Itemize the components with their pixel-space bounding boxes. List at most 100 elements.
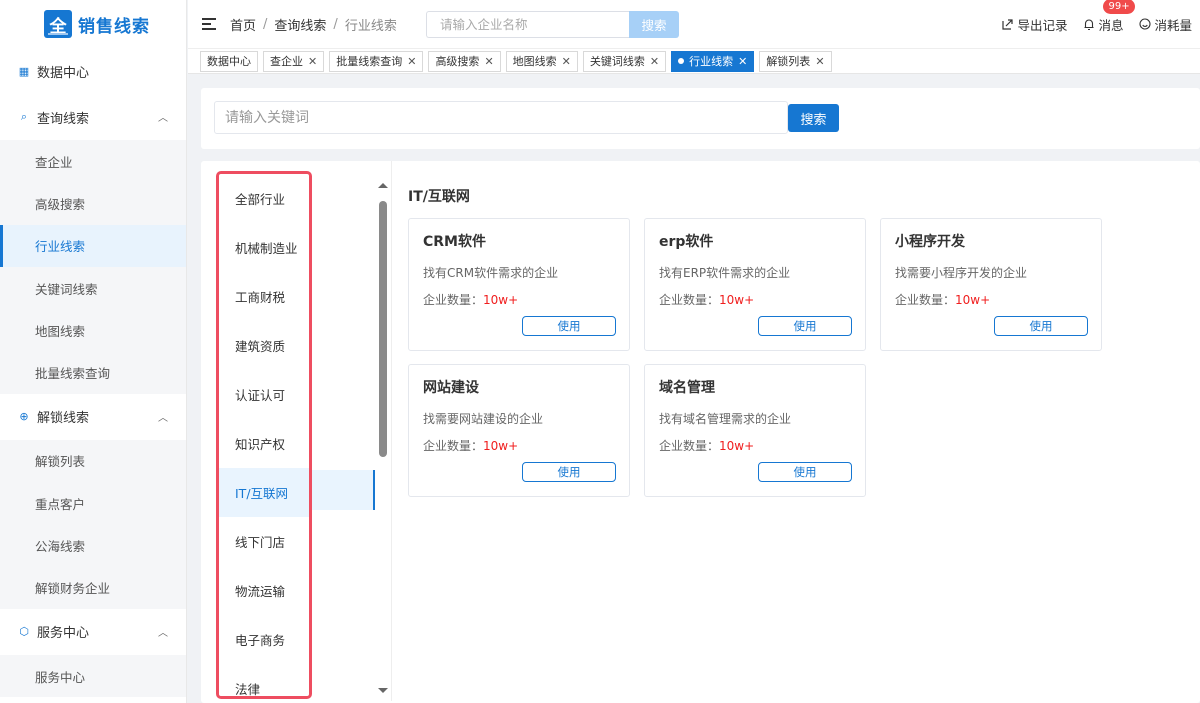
use-button[interactable]: 使用 (758, 316, 852, 336)
card-count-value: 10w+ (483, 439, 519, 453)
tab-item[interactable]: 行业线索 ✕ (671, 50, 755, 72)
card-count-label: 企业数量： (423, 293, 484, 307)
company-search-input[interactable] (426, 11, 629, 38)
tab-item[interactable]: 地图线索 ✕ (505, 50, 578, 72)
breadcrumb-separator: / (263, 16, 268, 32)
industry-item[interactable]: 机械制造业 (219, 223, 309, 272)
close-icon[interactable]: ✕ (484, 55, 493, 68)
sidebar-item[interactable]: 高级搜索 (0, 182, 186, 225)
use-button[interactable]: 使用 (522, 462, 616, 482)
keyword-search-button[interactable]: 搜索 (788, 104, 839, 132)
industry-item[interactable]: 工商财税 (219, 272, 309, 321)
lead-card: CRM软件 找有CRM软件需求的企业 企业数量：10w+ 使用 (408, 218, 630, 351)
card-count: 企业数量：10w+ (895, 291, 1087, 308)
grid-icon: ▦ (18, 64, 30, 78)
use-button[interactable]: 使用 (994, 316, 1088, 336)
sidebar-group-0[interactable]: ▦ 数据中心 (0, 48, 186, 94)
keyword-input[interactable] (214, 101, 788, 134)
sidebar-item[interactable]: 服务中心 (0, 654, 186, 698)
tab-item[interactable]: 批量线索查询 ✕ (329, 50, 424, 72)
breadcrumb-current: 行业线索 (344, 18, 397, 34)
sidebar-item[interactable]: 查企业 (0, 140, 186, 183)
tab-label: 高级搜索 (435, 55, 480, 68)
sidebar-item[interactable]: 关键词线索 (0, 266, 186, 310)
card-description: 找有域名管理需求的企业 (659, 412, 792, 426)
messages-label: 消息 (1098, 17, 1124, 33)
sidebar-group-label: 服务中心 (37, 626, 90, 642)
card-count: 企业数量：10w+ (423, 291, 615, 308)
sidebar-item[interactable]: 公海线索 (0, 524, 186, 567)
card-count: 企业数量：10w+ (423, 437, 615, 454)
smile-icon (1139, 18, 1152, 30)
company-search: 搜索 (426, 11, 679, 38)
logo[interactable]: 全 销售线索 (0, 0, 186, 48)
tab-item[interactable]: 高级搜索 ✕ (428, 50, 501, 72)
lead-card: 域名管理 找有域名管理需求的企业 企业数量：10w+ 使用 (644, 364, 866, 497)
export-records-button[interactable]: 导出记录 (1002, 15, 1067, 34)
card-title: 网站建设 (423, 380, 479, 396)
logo-icon: 全 (44, 10, 72, 38)
menu-toggle-icon[interactable] (202, 18, 216, 30)
chevron-up-icon[interactable]: ︿ (158, 109, 168, 124)
scroll-up-arrow-icon[interactable] (378, 183, 388, 188)
close-icon[interactable]: ✕ (650, 55, 659, 68)
industry-scrollbar[interactable] (378, 183, 388, 693)
unlock-icon: ⊕ (19, 410, 29, 424)
card-description: 找有ERP软件需求的企业 (659, 266, 791, 280)
industry-item[interactable]: 知识产权 (219, 419, 309, 468)
chevron-up-icon[interactable]: ︿ (158, 409, 168, 424)
lead-cards: CRM软件 找有CRM软件需求的企业 企业数量：10w+ 使用 erp软件 找有ERP软件… (408, 218, 1128, 497)
usage-button[interactable]: 消耗量 (1139, 15, 1192, 34)
divider (391, 161, 392, 701)
tab-item[interactable]: 数据中心 (200, 50, 258, 72)
scroll-thumb[interactable] (379, 201, 387, 457)
industry-item[interactable]: IT/互联网 (219, 468, 309, 517)
sidebar-group-1[interactable]: ⌕ 查询线索 ︿ (0, 94, 186, 140)
close-icon[interactable]: ✕ (738, 55, 747, 68)
sidebar-item[interactable]: 解锁财务企业 (0, 566, 186, 609)
bell-icon (1084, 18, 1094, 30)
use-button[interactable]: 使用 (522, 316, 616, 336)
sidebar-item[interactable]: 批量线索查询 (0, 351, 186, 394)
tab-label: 关键词线索 (589, 55, 645, 68)
industry-item[interactable]: 物流运输 (219, 566, 309, 615)
industry-item[interactable]: 认证认可 (219, 370, 309, 419)
industry-item[interactable]: 电子商务 (219, 615, 309, 664)
card-title: erp软件 (659, 234, 714, 250)
breadcrumb-query-leads[interactable]: 查询线索 (274, 15, 326, 34)
industry-item[interactable]: 建筑资质 (219, 321, 309, 370)
tab-item[interactable]: 查企业 ✕ (263, 50, 325, 72)
tab-item[interactable]: 解锁列表 ✕ (759, 50, 832, 72)
close-icon[interactable]: ✕ (308, 55, 317, 68)
card-count-label: 企业数量： (895, 293, 956, 307)
sidebar-item[interactable]: 行业线索 (0, 224, 186, 267)
sidebar-group-2[interactable]: ⊕ 解锁线索 ︿ (0, 394, 186, 440)
sidebar-item[interactable]: 地图线索 (0, 309, 186, 352)
company-search-button[interactable]: 搜索 (629, 11, 679, 38)
message-count-badge: 99+ (1103, 0, 1135, 14)
industry-item[interactable]: 全部行业 (219, 174, 309, 223)
messages-button[interactable]: 消息 99+ (1083, 0, 1135, 34)
tab-label: 数据中心 (207, 55, 251, 68)
industry-item[interactable]: 法律 (219, 664, 309, 703)
industry-item[interactable]: 线下门店 (219, 517, 309, 566)
close-icon[interactable]: ✕ (562, 55, 571, 68)
close-icon[interactable]: ✕ (815, 55, 824, 68)
tab-label: 批量线索查询 (336, 55, 403, 68)
top-bar: 首页 / 查询线索 / 行业线索 搜索 导出记录 消息 99+ 消耗量 (188, 0, 1200, 48)
card-count: 企业数量：10w+ (659, 291, 851, 308)
close-icon[interactable]: ✕ (407, 55, 416, 68)
breadcrumb-home[interactable]: 首页 (230, 15, 256, 34)
scroll-down-arrow-icon[interactable] (378, 688, 388, 693)
sidebar-item[interactable]: 解锁列表 (0, 439, 186, 483)
chevron-up-icon[interactable]: ︿ (158, 624, 168, 639)
box-icon: ⬡ (19, 625, 29, 639)
card-count-value: 10w+ (483, 293, 519, 307)
sidebar-item[interactable]: 重点客户 (0, 482, 186, 525)
card-count-value: 10w+ (719, 293, 755, 307)
tab-item[interactable]: 关键词线索 ✕ (582, 50, 667, 72)
sidebar-group-3[interactable]: ⬡ 服务中心 ︿ (0, 609, 186, 655)
use-button[interactable]: 使用 (758, 462, 852, 482)
keyword-search-panel: 搜索 (201, 88, 1200, 149)
card-count-label: 企业数量： (423, 439, 484, 453)
